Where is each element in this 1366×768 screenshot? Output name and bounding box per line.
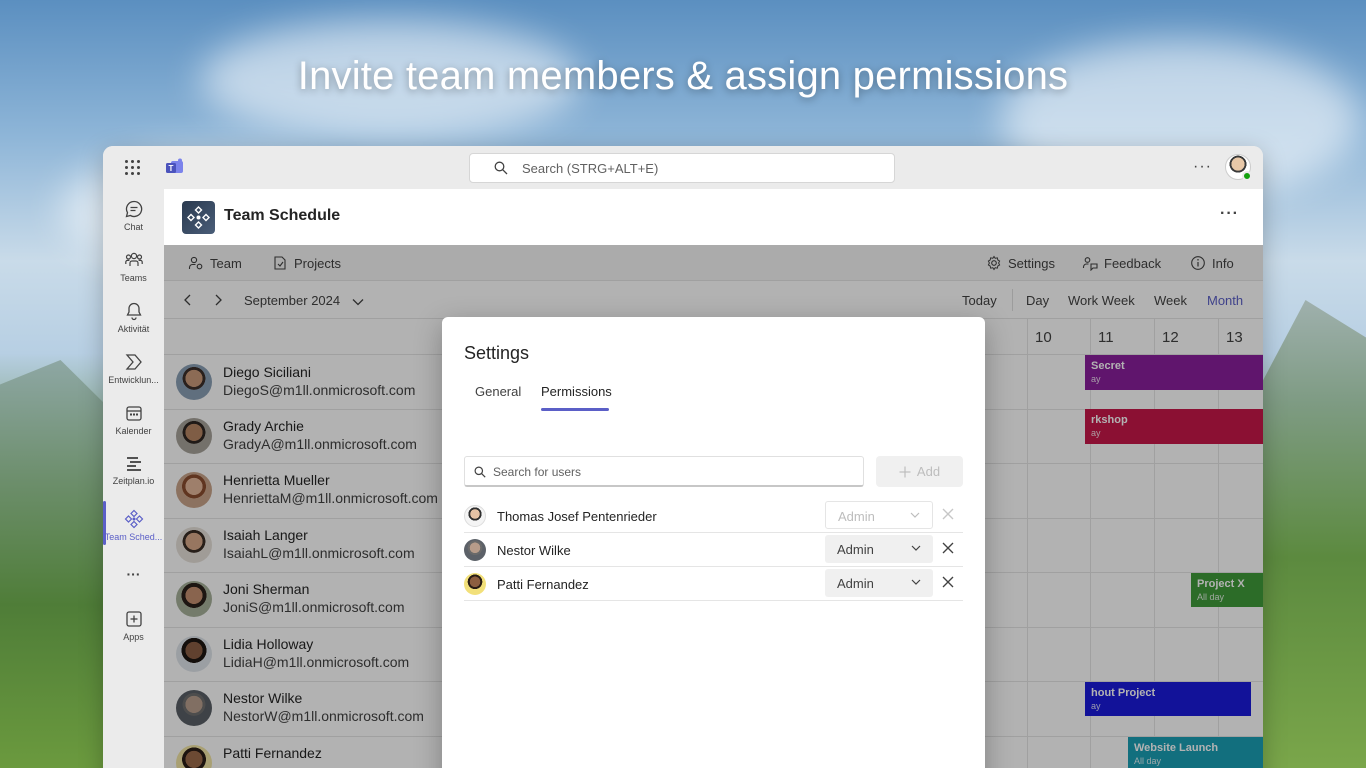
user-search-placeholder: Search for users [493, 465, 582, 479]
remove-icon[interactable] [941, 541, 955, 555]
role-dropdown[interactable]: Admin [825, 569, 933, 597]
team-schedule-app-icon [182, 201, 215, 234]
active-tab-indicator [541, 408, 609, 411]
rail-label-zeitplan: Zeitplan.io [112, 476, 155, 486]
calendar-icon [125, 406, 142, 421]
search-placeholder: Search (STRG+ALT+E) [522, 160, 659, 176]
chevron-down-icon [911, 579, 921, 585]
tab-permissions[interactable]: Permissions [541, 384, 612, 399]
title-bar: T Search (STRG+ALT+E) ··· [103, 146, 1263, 189]
rail-item-calendar[interactable]: Kalender [103, 403, 164, 436]
chevron-down-icon [911, 545, 921, 551]
user-name: Patti Fernandez [497, 577, 589, 592]
permission-row: Nestor Wilke Admin [464, 533, 963, 567]
rail-label-apps: Apps [123, 632, 144, 642]
app-title: Team Schedule [224, 207, 341, 224]
rail-item-apps[interactable]: Apps [103, 609, 164, 642]
app-more-button[interactable]: ··· [1220, 205, 1239, 223]
avatar [464, 505, 486, 527]
rail-label-developer: Entwicklun... [108, 375, 159, 385]
search-icon [474, 466, 486, 478]
more-options-button[interactable]: ··· [1193, 158, 1212, 176]
apps-icon [125, 611, 142, 627]
rail-item-team-schedule[interactable]: Team Sched... [103, 509, 164, 542]
role-dropdown[interactable]: Admin [825, 535, 933, 563]
rail-item-zeitplan[interactable]: Zeitplan.io [103, 453, 164, 486]
bell-icon [125, 302, 142, 321]
teams-logo-icon: T [166, 158, 183, 173]
rail-label-calendar: Kalender [115, 426, 152, 436]
role-value: Admin [837, 542, 874, 557]
rail-item-activity[interactable]: Aktivität [103, 301, 164, 334]
rail-more-button[interactable]: ··· [103, 566, 164, 582]
rail-item-teams[interactable]: Teams [103, 250, 164, 283]
app-header: Team Schedule ··· [164, 189, 1263, 245]
search-icon [494, 161, 508, 175]
headline: Invite team members & assign permissions [297, 54, 1069, 98]
permission-row: Thomas Josef Pentenrieder Admin [464, 499, 963, 533]
remove-icon [942, 508, 954, 520]
chevron-down-icon [910, 512, 920, 518]
avatar [464, 539, 486, 561]
presence-available-icon [1242, 171, 1252, 181]
mountain-left [0, 360, 110, 768]
svg-text:T: T [169, 164, 174, 173]
rail-item-chat[interactable]: Chat [103, 199, 164, 232]
tab-general[interactable]: General [475, 384, 521, 399]
role-value: Admin [838, 509, 875, 524]
rail-label-activity: Aktivität [117, 324, 150, 334]
rail-label-chat: Chat [123, 222, 143, 232]
remove-icon[interactable] [941, 575, 955, 589]
team-schedule-icon [124, 509, 143, 529]
plus-icon [899, 466, 911, 477]
app-rail: Chat Teams Aktivität Entwicklun... Kalen… [103, 189, 164, 768]
developer-icon [125, 354, 142, 370]
dialog-title: Settings [464, 343, 530, 363]
user-name: Thomas Josef Pentenrieder [497, 509, 657, 524]
role-value: Admin [837, 576, 874, 591]
permission-row: Patti Fernandez Admin [464, 567, 963, 601]
role-dropdown: Admin [825, 501, 933, 529]
rail-item-developer[interactable]: Entwicklun... [103, 352, 164, 385]
teams-icon [124, 252, 143, 266]
timeline-icon [126, 457, 141, 471]
user-search-input[interactable]: Search for users [464, 456, 864, 487]
rail-label-team-schedule: Team Sched... [104, 532, 163, 542]
add-label: Add [916, 464, 941, 479]
avatar [464, 573, 486, 595]
chat-icon [125, 200, 142, 218]
mountain-right [1256, 300, 1366, 768]
user-name: Nestor Wilke [497, 543, 571, 558]
add-button[interactable]: Add [876, 456, 963, 487]
rail-label-teams: Teams [120, 273, 147, 283]
app-launcher-icon[interactable] [125, 160, 141, 176]
search-input[interactable]: Search (STRG+ALT+E) [469, 153, 895, 183]
settings-dialog: Settings General Permissions Search for … [442, 317, 985, 768]
